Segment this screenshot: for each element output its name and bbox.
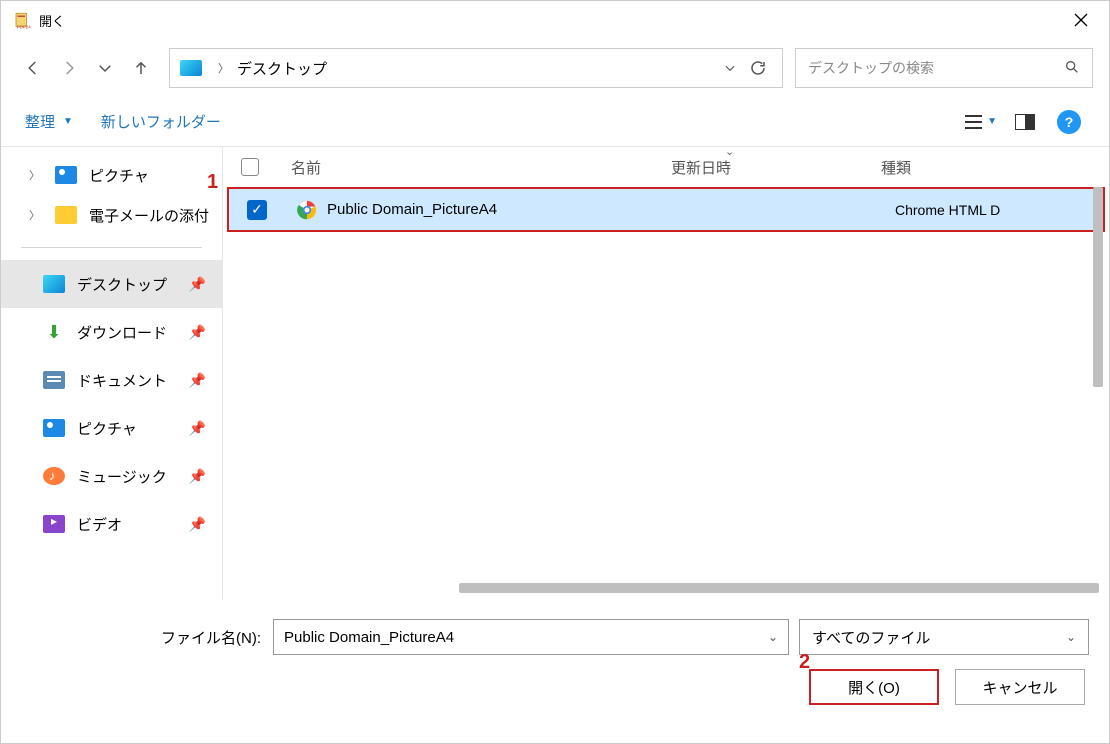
file-type: Chrome HTML D bbox=[895, 202, 1000, 218]
chevron-right-icon: 〉 bbox=[218, 60, 229, 76]
organize-menu[interactable]: 整理 bbox=[25, 111, 55, 132]
svg-text:PDF24: PDF24 bbox=[17, 24, 31, 29]
sidebar-item-music[interactable]: ミュージック 📌 bbox=[1, 452, 222, 500]
up-button[interactable] bbox=[125, 52, 157, 84]
chevron-right-icon: 〉 bbox=[29, 207, 43, 223]
music-icon bbox=[43, 467, 65, 485]
address-dropdown[interactable] bbox=[716, 61, 744, 75]
tree-item-label: ピクチャ bbox=[89, 165, 149, 186]
column-headers: 名前 ⌄ 更新日時 種類 bbox=[223, 147, 1109, 187]
sidebar-item-desktop[interactable]: デスクトップ 📌 bbox=[1, 260, 222, 308]
bottom-panel: ファイル名(N): ⌄ すべてのファイル ⌄ 2 開く(O) キャンセル bbox=[1, 599, 1109, 721]
download-icon: ⬇ bbox=[43, 323, 65, 341]
preview-pane-button[interactable] bbox=[1009, 106, 1041, 138]
column-type[interactable]: 種類 bbox=[881, 157, 1109, 178]
chevron-down-icon[interactable]: ⌄ bbox=[768, 630, 778, 644]
chevron-down-icon: ▼ bbox=[63, 116, 73, 127]
cancel-button[interactable]: キャンセル bbox=[955, 669, 1085, 705]
annotation-1: 1 bbox=[207, 171, 218, 194]
column-date[interactable]: ⌄ 更新日時 bbox=[671, 157, 881, 178]
desktop-icon bbox=[43, 275, 65, 293]
file-row[interactable]: 1 ✓ Public Domain_PictureA4 Chrome HTML … bbox=[227, 187, 1105, 232]
tree-item-attachments[interactable]: 〉 電子メールの添付 bbox=[1, 195, 222, 235]
toolbar: 整理 ▼ 新しいフォルダー ▼ ? bbox=[1, 97, 1109, 147]
sidebar-item-label: ダウンロード bbox=[77, 322, 167, 343]
picture-icon bbox=[55, 166, 77, 184]
help-button[interactable]: ? bbox=[1053, 106, 1085, 138]
picture-icon bbox=[43, 419, 65, 437]
sidebar-item-downloads[interactable]: ⬇ ダウンロード 📌 bbox=[1, 308, 222, 356]
annotation-2: 2 bbox=[799, 651, 810, 674]
pin-icon: 📌 bbox=[189, 372, 206, 389]
pin-icon: 📌 bbox=[189, 276, 206, 293]
column-name[interactable]: 名前 bbox=[291, 157, 671, 178]
filename-combobox[interactable]: ⌄ bbox=[273, 619, 789, 655]
tree-item-label: 電子メールの添付 bbox=[89, 205, 209, 226]
pin-icon: 📌 bbox=[189, 324, 206, 341]
new-folder-button[interactable]: 新しいフォルダー bbox=[101, 111, 221, 132]
sidebar-item-label: ビデオ bbox=[77, 514, 122, 535]
search-input[interactable] bbox=[808, 60, 1064, 76]
pin-icon: 📌 bbox=[189, 420, 206, 437]
window-title: 開く bbox=[39, 11, 65, 30]
file-name: Public Domain_PictureA4 bbox=[327, 201, 673, 218]
forward-button[interactable] bbox=[53, 52, 85, 84]
recent-dropdown[interactable] bbox=[89, 52, 121, 84]
sidebar-item-label: デスクトップ bbox=[77, 274, 167, 295]
sidebar-item-pictures[interactable]: ピクチャ 📌 bbox=[1, 404, 222, 452]
file-list-pane: 名前 ⌄ 更新日時 種類 1 ✓ Public Domain_PictureA4… bbox=[223, 147, 1109, 599]
document-icon bbox=[43, 371, 65, 389]
file-checkbox[interactable]: ✓ bbox=[247, 200, 297, 220]
sidebar-item-label: ドキュメント bbox=[77, 370, 167, 391]
sort-indicator-icon: ⌄ bbox=[725, 145, 734, 158]
chevron-down-icon: ▼ bbox=[987, 116, 997, 127]
open-button[interactable]: 開く(O) bbox=[809, 669, 939, 705]
address-bar[interactable]: 〉 デスクトップ bbox=[169, 48, 783, 88]
filename-input[interactable] bbox=[284, 629, 768, 646]
sidebar-item-label: ピクチャ bbox=[77, 418, 137, 439]
sidebar-item-label: ミュージック bbox=[77, 466, 167, 487]
filename-label: ファイル名(N): bbox=[161, 627, 261, 648]
folder-icon bbox=[55, 206, 77, 224]
video-icon bbox=[43, 515, 65, 533]
sidebar: 〉 ピクチャ 〉 電子メールの添付 デスクトップ 📌 ⬇ ダウンロード 📌 bbox=[1, 147, 223, 599]
filter-value: すべてのファイル bbox=[812, 627, 1066, 648]
vertical-scrollbar[interactable] bbox=[1089, 187, 1107, 571]
desktop-icon bbox=[180, 60, 202, 76]
divider bbox=[21, 247, 202, 248]
sidebar-item-videos[interactable]: ビデオ 📌 bbox=[1, 500, 222, 548]
select-all-checkbox[interactable] bbox=[241, 158, 291, 176]
back-button[interactable] bbox=[17, 52, 49, 84]
horizontal-scrollbar[interactable] bbox=[459, 583, 1079, 595]
pin-icon: 📌 bbox=[189, 468, 206, 485]
tree-item-pictures[interactable]: 〉 ピクチャ bbox=[1, 155, 222, 195]
navigation-row: 〉 デスクトップ bbox=[1, 39, 1109, 97]
sidebar-item-documents[interactable]: ドキュメント 📌 bbox=[1, 356, 222, 404]
chevron-right-icon: 〉 bbox=[29, 167, 43, 183]
search-icon bbox=[1064, 59, 1080, 78]
search-box[interactable] bbox=[795, 48, 1093, 88]
title-bar: PDF24 開く bbox=[1, 1, 1109, 39]
chevron-down-icon: ⌄ bbox=[1066, 630, 1076, 644]
pin-icon: 📌 bbox=[189, 516, 206, 533]
close-button[interactable] bbox=[1065, 4, 1097, 36]
filetype-filter[interactable]: すべてのファイル ⌄ bbox=[799, 619, 1089, 655]
refresh-button[interactable] bbox=[744, 59, 772, 77]
breadcrumb-location[interactable]: デスクトップ bbox=[237, 58, 327, 79]
chrome-icon bbox=[297, 200, 317, 220]
app-icon: PDF24 bbox=[13, 11, 31, 29]
